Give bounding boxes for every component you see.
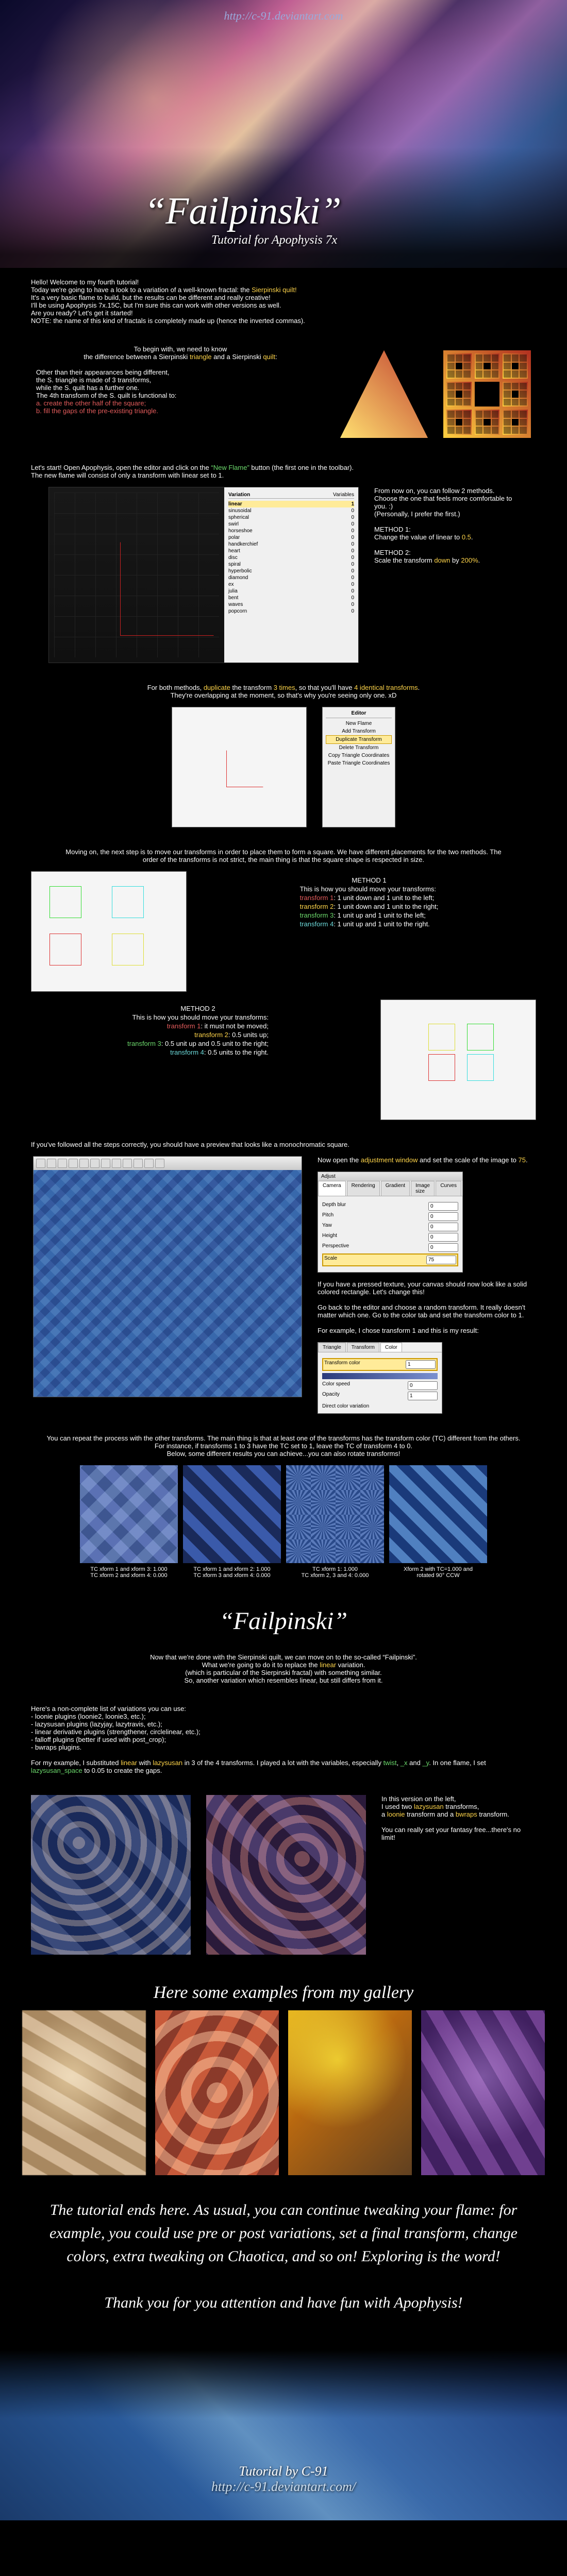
diff-begin: To begin with, we need to know — [36, 345, 325, 353]
height-input[interactable] — [428, 1233, 458, 1242]
editor-screenshot-1: VariationVariables linear1sinusoidal0sph… — [48, 487, 359, 663]
variant-thumb-3 — [286, 1465, 384, 1563]
diff-a: a. create the other half of the square; — [36, 399, 325, 407]
main-title: “Failpinski” — [144, 190, 341, 233]
context-menu: Editor New FlameAdd TransformDuplicate T… — [322, 707, 396, 827]
method1-text: METHOD 1 This is how you should move you… — [300, 875, 439, 988]
diff-l2: while the S. quilt has a further one. — [36, 384, 325, 392]
depth-blur-input[interactable] — [428, 1202, 458, 1211]
variant-thumb-2 — [183, 1465, 281, 1563]
credit: Tutorial by C-91 http://c-91.deviantart.… — [0, 2464, 567, 2495]
variant-thumb-4 — [389, 1465, 487, 1563]
duplicate-section: For both methods, duplicate the transfor… — [0, 673, 567, 838]
method2-text: METHOD 2 This is how you should move you… — [127, 1004, 269, 1116]
gallery-heading: Here some examples from my gallery — [0, 1983, 567, 2003]
intro-line2: It's a very basic flame to build, but th… — [31, 294, 536, 301]
gallery-3[interactable] — [288, 2010, 412, 2175]
credit-url[interactable]: http://c-91.deviantart.com/ — [211, 2479, 356, 2494]
perspective-input[interactable] — [428, 1243, 458, 1252]
diff-other: Other than their appearances being diffe… — [36, 368, 325, 376]
method-2-heading: METHOD 2: — [374, 549, 519, 556]
preview-section: If you've followed all the steps correct… — [0, 1130, 567, 1424]
intro-line4: Are you ready? Let's get it started! — [31, 309, 536, 317]
diff-line: the difference between a Sierpinski tria… — [36, 353, 325, 361]
intro-line1: Today we're going to have a look to a va… — [31, 286, 536, 294]
repeat-section: You can repeat the process with the othe… — [0, 1424, 567, 1589]
gallery-2[interactable] — [155, 2010, 279, 2175]
dup-grid-shot — [172, 707, 307, 827]
variations-panel: VariationVariables linear1sinusoidal0sph… — [224, 487, 358, 663]
example-swirl-2 — [206, 1795, 366, 1955]
start-line: Let's start! Open Apophysis, open the ed… — [31, 464, 536, 471]
gallery-row — [0, 2010, 567, 2175]
intro-line3: I'll be using Apophysis 7x.15C, but I'm … — [31, 301, 536, 309]
failpinski-heading: “Failpinski” — [0, 1607, 567, 1635]
fail-examples: In this version on the left, I used two … — [0, 1785, 567, 1965]
scale-input[interactable] — [426, 1256, 456, 1264]
start-line2: The new flame will consist of only a tra… — [31, 471, 536, 479]
yaw-input[interactable] — [428, 1223, 458, 1231]
hero-banner: http://c-91.deviantart.com “Failpinski” … — [0, 0, 567, 268]
gallery-1[interactable] — [22, 2010, 146, 2175]
transform-color-input[interactable] — [406, 1360, 436, 1369]
start-section: Let's start! Open Apophysis, open the ed… — [0, 453, 567, 673]
diff-b: b. fill the gaps of the pre-existing tri… — [36, 407, 325, 415]
diff-l3: The 4th transform of the S. quilt is fun… — [36, 392, 325, 399]
preview-canvas — [34, 1170, 302, 1397]
example-swirl-1 — [31, 1795, 191, 1955]
diff-l1: the S. triangle is made of 3 transforms, — [36, 376, 325, 384]
title-block: “Failpinski” Tutorial for Apophysis 7x — [144, 190, 341, 247]
pitch-input[interactable] — [428, 1212, 458, 1221]
intro-section: Hello! Welcome to my fourth tutorial! To… — [0, 268, 567, 335]
main-preview — [33, 1156, 302, 1397]
profile-url-top[interactable]: http://c-91.deviantart.com — [0, 9, 567, 23]
subtitle: Tutorial for Apophysis 7x — [211, 233, 341, 247]
intro-note: NOTE: the name of this kind of fractals … — [31, 317, 536, 325]
sierpinski-diff: To begin with, we need to know the diffe… — [0, 335, 567, 453]
variant-thumb-1 — [80, 1465, 178, 1563]
footer-banner: Tutorial by C-91 http://c-91.deviantart.… — [0, 2350, 567, 2520]
left-version-text: In this version on the left, I used two … — [381, 1795, 536, 1955]
toolbar — [34, 1157, 302, 1170]
methods-intro: From now on, you can follow 2 methods. C… — [374, 487, 519, 663]
gallery-4[interactable] — [421, 2010, 545, 2175]
fail-intro: Now that we're done with the Sierpinski … — [0, 1643, 567, 1694]
move-section: Moving on, the next step is to move our … — [0, 838, 567, 1130]
method-1-heading: METHOD 1: — [374, 526, 519, 533]
ending-text: The tutorial ends here. As usual, you ca… — [0, 2183, 567, 2330]
color-panel: TriangleTransformColor Transform color C… — [318, 1342, 442, 1414]
sierpinski-images — [340, 350, 531, 438]
intro-hello: Hello! Welcome to my fourth tutorial! — [31, 278, 536, 286]
method1-grid — [31, 871, 187, 992]
sierpinski-triangle — [340, 350, 428, 438]
fail-list: Here's a non-complete list of variations… — [0, 1694, 567, 1785]
adjust-window: Adjust CameraRenderingGradientImage size… — [318, 1172, 463, 1273]
method2-grid — [380, 999, 536, 1120]
sierpinski-quilt — [443, 350, 531, 438]
